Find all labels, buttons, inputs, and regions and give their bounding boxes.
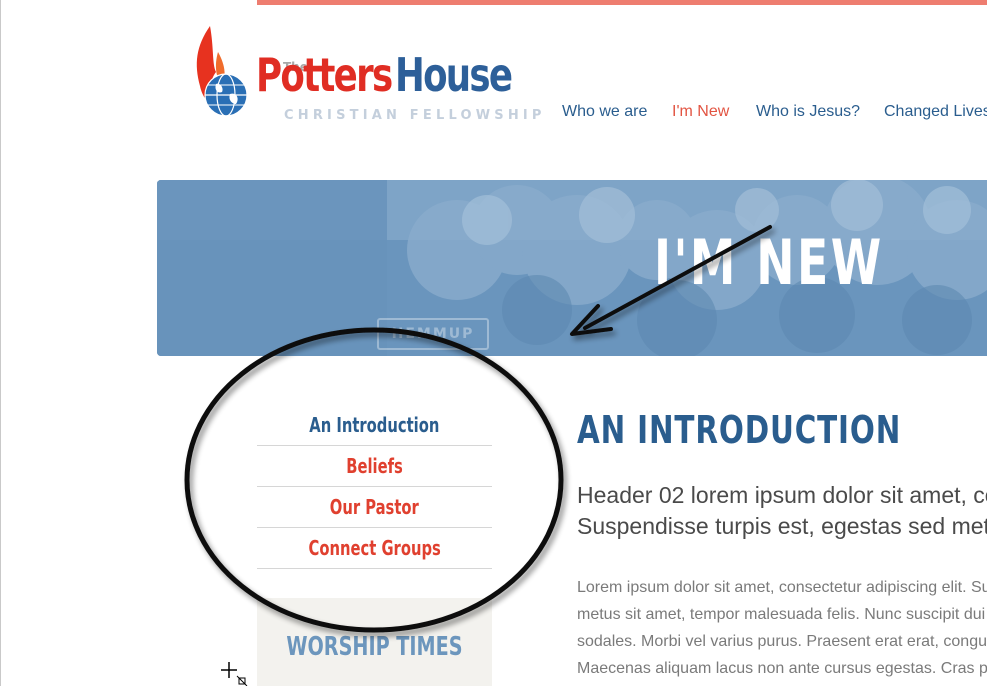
lead-paragraph: Header 02 lorem ipsum dolor sit amet, co…: [577, 480, 987, 542]
top-accent-bar: [257, 0, 987, 5]
nav-changed-lives[interactable]: Changed Lives: [884, 103, 987, 121]
nav-who-is-jesus[interactable]: Who is Jesus?: [756, 103, 860, 121]
sidebar-item-label: Connect Groups: [308, 536, 441, 560]
body-paragraph: Lorem ipsum dolor sit amet, consectetur …: [577, 574, 987, 682]
logo-subtitle: CHRISTIAN FELLOWSHIP: [284, 108, 546, 123]
nav-who-we-are[interactable]: Who we are: [562, 103, 647, 121]
worship-times-label: WORSHIP TIMES: [286, 632, 463, 662]
sidebar-item-label: An Introduction: [309, 413, 440, 437]
sidebar-item-our-pastor[interactable]: Our Pastor: [257, 487, 492, 528]
sidebar-nav: An Introduction Beliefs Our Pastor Conne…: [257, 405, 492, 569]
hero-button[interactable]: HEMMUP: [377, 318, 489, 350]
window-edge: [0, 0, 1, 686]
nav-im-new[interactable]: I'm New: [672, 103, 729, 121]
lead-line: Header 02 lorem ipsum dolor sit amet, co: [577, 482, 987, 508]
hero-title: I'M NEW: [654, 226, 884, 299]
globe-icon: [204, 73, 248, 117]
hero-banner: I'M NEW HEMMUP: [157, 180, 987, 356]
logo-house-text: House: [395, 48, 513, 102]
worship-times-box: WORSHIP TIMES: [257, 598, 492, 686]
body-line: Lorem ipsum dolor sit amet, consectetur …: [577, 579, 987, 596]
logo-emblem: [196, 26, 248, 117]
logo-potters-text: Potters: [256, 48, 393, 102]
body-line: sodales. Morbi vel varius purus. Praesen…: [577, 633, 987, 650]
body-line: Maecenas aliquam lacus non ante cursus e…: [577, 660, 987, 677]
sidebar-item-beliefs[interactable]: Beliefs: [257, 446, 492, 487]
sidebar-item-label: Beliefs: [346, 454, 403, 478]
sidebar-item-connect-groups[interactable]: Connect Groups: [257, 528, 492, 569]
body-line: metus sit amet, tempor malesuada felis. …: [577, 606, 986, 623]
worship-times-title: WORSHIP TIMES: [257, 632, 492, 662]
sidebar-item-label: Our Pastor: [329, 495, 420, 519]
page-title: AN INTRODUCTION: [577, 408, 902, 452]
lead-line: Suspendisse turpis est, egestas sed metu: [577, 513, 987, 539]
crosshair-cursor-icon: [221, 662, 248, 686]
sidebar-item-an-introduction[interactable]: An Introduction: [257, 405, 492, 446]
